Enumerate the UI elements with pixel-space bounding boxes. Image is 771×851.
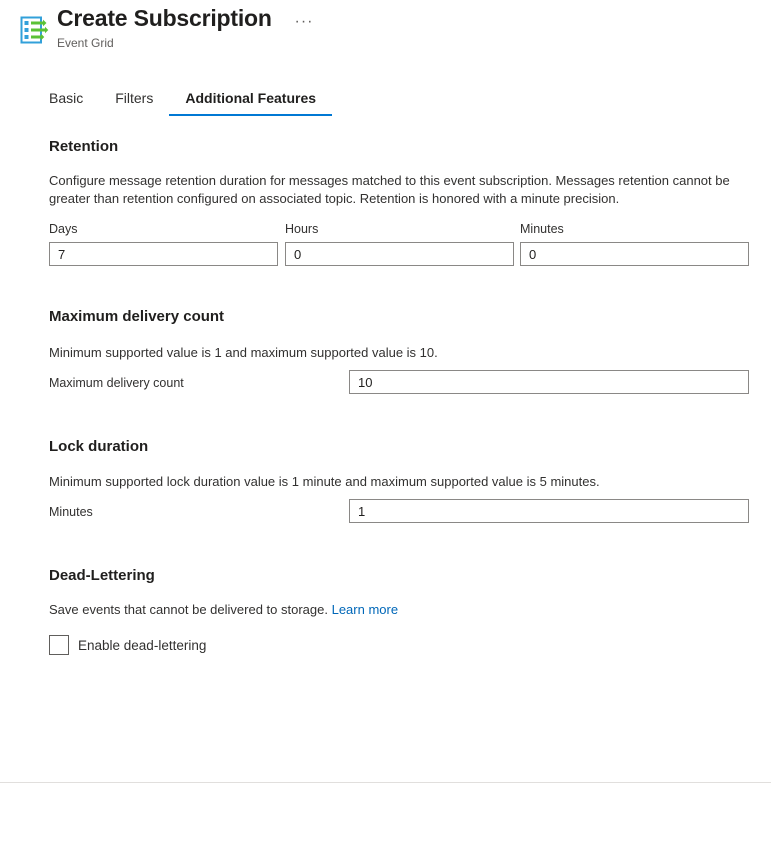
- input-maximum-delivery-count[interactable]: [349, 370, 749, 394]
- page-subtitle: Event Grid: [57, 36, 114, 50]
- input-retention-days[interactable]: [49, 242, 278, 266]
- create-subscription-blade: Create Subscription ··· Event Grid Basic…: [0, 0, 771, 851]
- section-description-maximum-delivery-count: Minimum supported value is 1 and maximum…: [49, 345, 438, 360]
- checkbox-enable-dead-lettering[interactable]: Enable dead-lettering: [49, 635, 206, 655]
- tab-bar: Basic Filters Additional Features: [49, 90, 332, 122]
- section-description-dead-lettering: Save events that cannot be delivered to …: [49, 601, 749, 619]
- section-description-lock-duration: Minimum supported lock duration value is…: [49, 474, 600, 489]
- label-maximum-delivery-count: Maximum delivery count: [49, 376, 184, 390]
- blade-header: Create Subscription ··· Event Grid: [0, 0, 771, 72]
- section-title-lock-duration: Lock duration: [49, 438, 149, 455]
- more-options-icon[interactable]: ···: [292, 10, 316, 34]
- label-retention-hours: Hours: [285, 222, 319, 236]
- checkbox-label-enable-dead-lettering: Enable dead-lettering: [78, 637, 207, 653]
- section-title-dead-lettering: Dead-Lettering: [49, 567, 155, 584]
- label-retention-minutes: Minutes: [520, 222, 564, 236]
- blade-footer: Create < Previous: Filters Next >: [0, 783, 771, 851]
- section-title-maximum-delivery-count: Maximum delivery count: [49, 308, 225, 325]
- section-description-retention: Configure message retention duration for…: [49, 173, 730, 206]
- section-title-retention: Retention: [49, 138, 119, 155]
- checkbox-box-icon[interactable]: [49, 635, 69, 655]
- dead-lettering-description-text: Save events that cannot be delivered to …: [49, 602, 328, 617]
- input-retention-minutes[interactable]: [520, 242, 749, 266]
- tab-filters[interactable]: Filters: [99, 90, 169, 116]
- label-lock-duration-minutes: Minutes: [49, 505, 93, 519]
- learn-more-link[interactable]: Learn more: [332, 602, 398, 617]
- label-retention-days: Days: [49, 222, 78, 236]
- input-retention-hours[interactable]: [285, 242, 514, 266]
- event-grid-icon: [19, 14, 49, 46]
- input-lock-duration-minutes[interactable]: [349, 499, 749, 523]
- tab-basic[interactable]: Basic: [49, 90, 99, 116]
- page-title: Create Subscription: [57, 5, 272, 31]
- tab-additional-features[interactable]: Additional Features: [169, 90, 332, 116]
